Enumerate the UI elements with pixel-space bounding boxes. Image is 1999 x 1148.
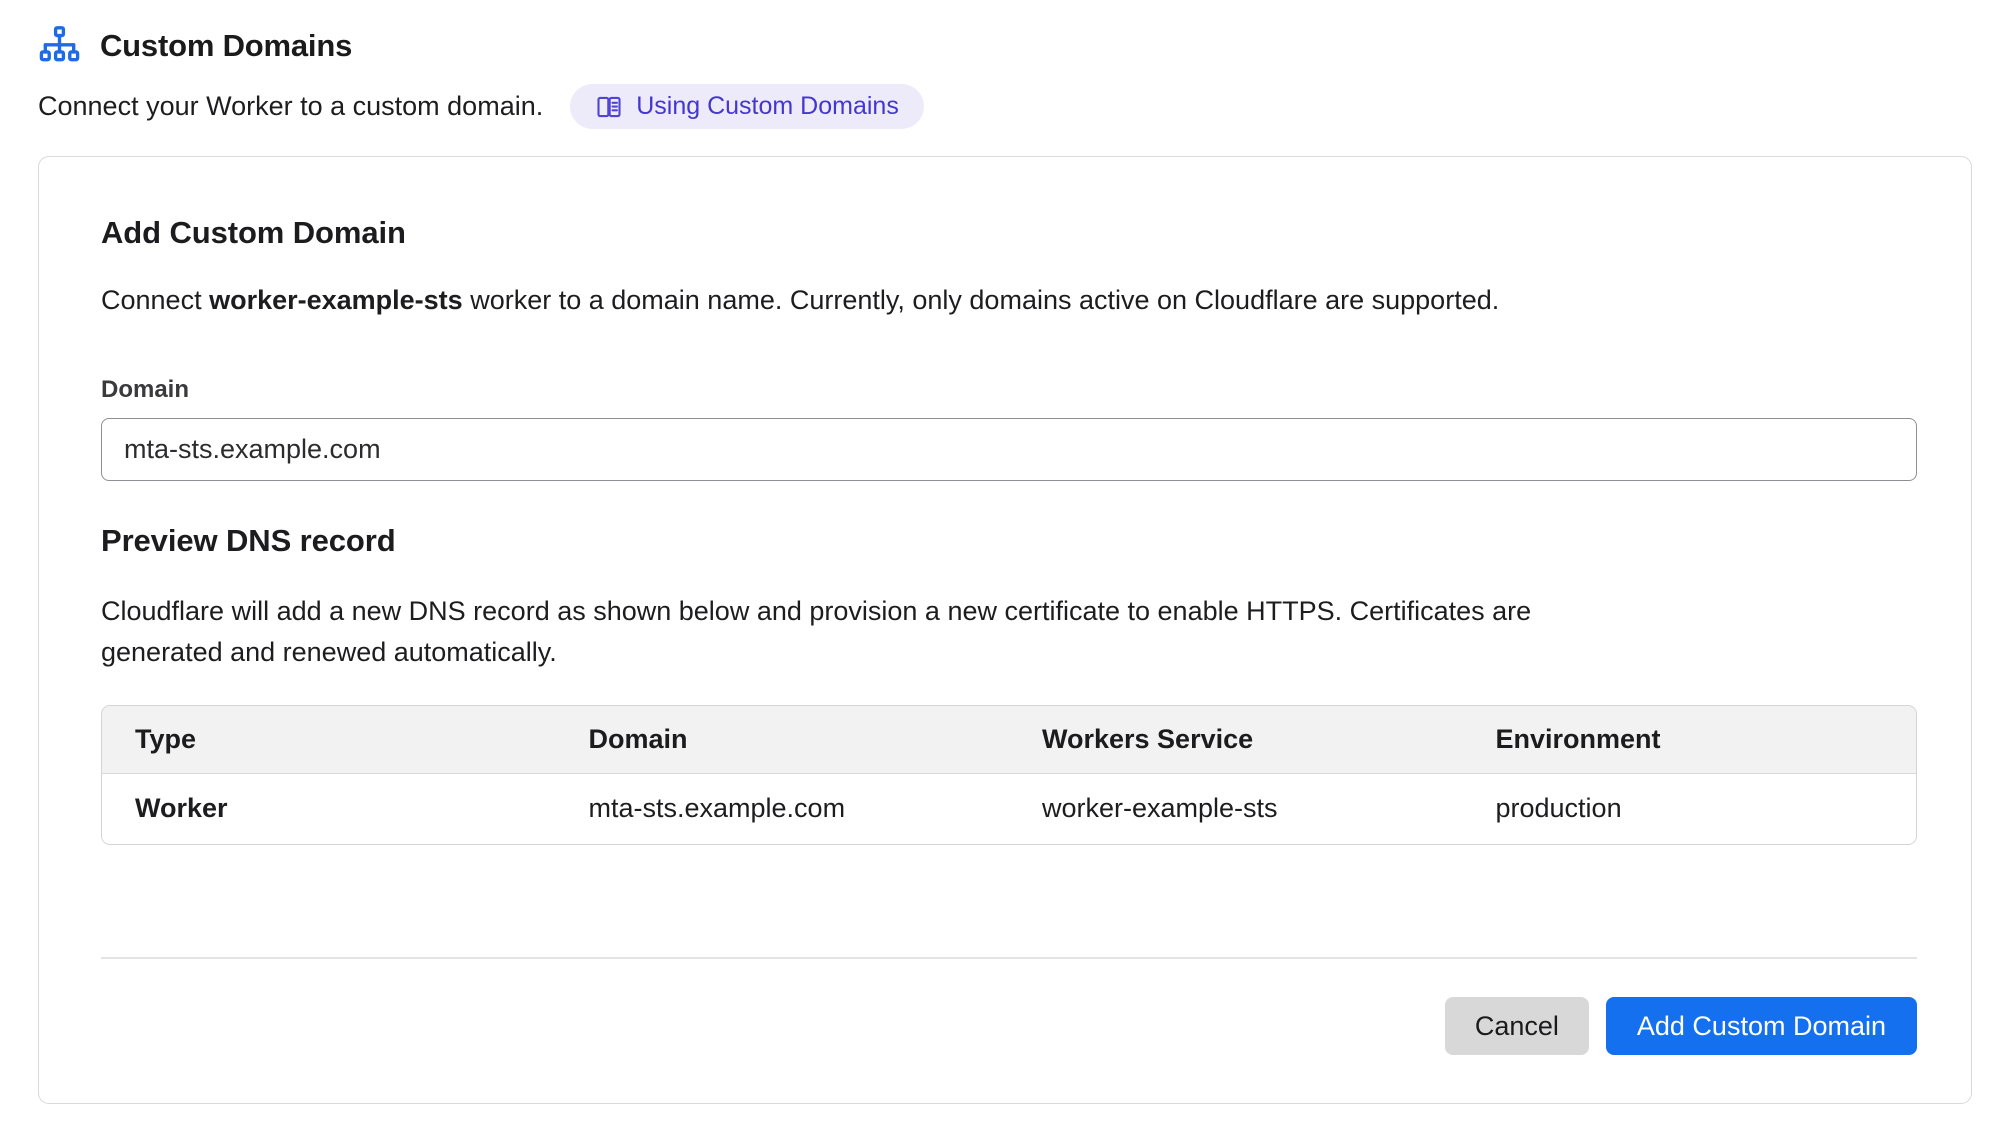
cell-domain: mta-sts.example.com xyxy=(556,773,1010,844)
sitemap-icon xyxy=(38,26,81,65)
preview-dns-heading: Preview DNS record xyxy=(101,523,1917,559)
table-row: Worker mta-sts.example.com worker-exampl… xyxy=(102,773,1916,844)
column-header-type: Type xyxy=(102,706,556,773)
column-header-workers-service: Workers Service xyxy=(1009,706,1463,773)
custom-domains-page: Custom Domains Connect your Worker to a … xyxy=(0,0,1999,1104)
page-subtitle: Connect your Worker to a custom domain. xyxy=(38,91,543,122)
column-header-domain: Domain xyxy=(556,706,1010,773)
cell-workers-service: worker-example-sts xyxy=(1009,773,1463,844)
intro-prefix: Connect xyxy=(101,285,209,315)
page-header: Custom Domains xyxy=(38,26,1972,65)
domain-input[interactable] xyxy=(101,418,1917,481)
cell-environment: production xyxy=(1463,773,1917,844)
add-custom-domain-card: Add Custom Domain Connect worker-example… xyxy=(38,156,1972,1104)
dns-preview-table: Type Domain Workers Service Environment … xyxy=(101,705,1917,845)
card-heading: Add Custom Domain xyxy=(101,215,1917,251)
preview-description-line2: generated and renewed automatically. xyxy=(101,632,1917,673)
worker-name: worker-example-sts xyxy=(209,285,463,315)
column-header-environment: Environment xyxy=(1463,706,1917,773)
preview-dns-description: Cloudflare will add a new DNS record as … xyxy=(101,591,1917,673)
intro-suffix: worker to a domain name. Currently, only… xyxy=(463,285,1500,315)
footer-divider xyxy=(101,957,1917,959)
docs-link-label: Using Custom Domains xyxy=(636,92,899,121)
card-intro-text: Connect worker-example-sts worker to a d… xyxy=(101,285,1917,316)
page-title: Custom Domains xyxy=(100,28,352,64)
page-subtitle-row: Connect your Worker to a custom domain. … xyxy=(38,84,1972,129)
domain-field-label: Domain xyxy=(101,376,1917,404)
cancel-button[interactable]: Cancel xyxy=(1445,997,1589,1055)
card-actions: Cancel Add Custom Domain xyxy=(101,997,1917,1055)
docs-link-using-custom-domains[interactable]: Using Custom Domains xyxy=(570,84,924,129)
cell-type: Worker xyxy=(102,773,556,844)
add-custom-domain-button[interactable]: Add Custom Domain xyxy=(1606,997,1917,1055)
open-book-icon xyxy=(595,93,623,121)
table-header-row: Type Domain Workers Service Environment xyxy=(102,706,1916,773)
preview-description-line1: Cloudflare will add a new DNS record as … xyxy=(101,591,1917,632)
